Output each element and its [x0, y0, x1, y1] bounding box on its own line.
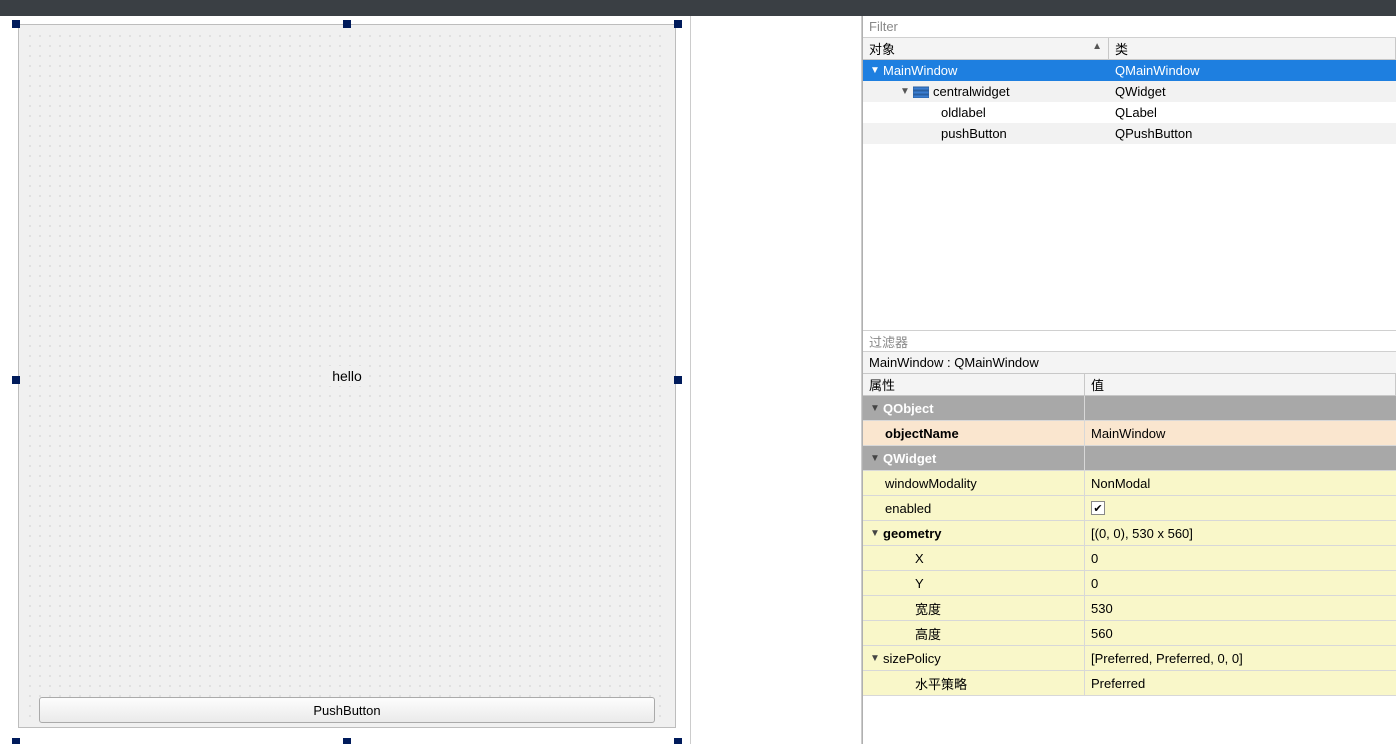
property-name: X [863, 546, 1085, 570]
object-tree-header: 对象 ▲ 类 [863, 38, 1396, 60]
chevron-down-icon[interactable]: ▼ [869, 653, 881, 664]
tree-item-label: pushButton [941, 126, 1007, 141]
property-title: MainWindow : QMainWindow [863, 352, 1396, 374]
class-header-label: 类 [1115, 39, 1128, 58]
property-row[interactable]: 水平策略 Preferred [863, 671, 1396, 696]
center-empty-pane [690, 16, 862, 744]
pushbutton-widget[interactable]: PushButton [39, 697, 655, 723]
property-header: 属性 值 [863, 374, 1396, 396]
tree-item-class: QPushButton [1109, 126, 1396, 141]
top-toolbar-strip [0, 0, 1396, 16]
object-column-header[interactable]: 对象 ▲ [863, 38, 1109, 59]
property-filter[interactable]: 过滤器 [863, 330, 1396, 352]
tree-item-class: QLabel [1109, 105, 1396, 120]
property-grid[interactable]: ▼QObject objectName MainWindow ▼QWidget … [863, 396, 1396, 744]
chevron-down-icon: ▼ [869, 403, 881, 414]
object-header-label: 对象 [869, 39, 895, 58]
property-value[interactable]: ✔ [1085, 496, 1396, 520]
design-canvas-pane: hello PushButton [0, 16, 690, 744]
resize-handle-top-left[interactable] [12, 20, 20, 28]
form-preview[interactable]: hello PushButton [18, 24, 676, 728]
tree-item-class: QMainWindow [1109, 63, 1396, 78]
widget-icon [913, 85, 929, 99]
property-name: geometry [883, 526, 942, 541]
label-widget[interactable]: hello [328, 366, 366, 386]
tree-row-centralwidget[interactable]: ▼ centralwidget QWidget [863, 81, 1396, 102]
inspector-pane: Filter 对象 ▲ 类 ▼ MainWindow QMainWindow [862, 16, 1396, 744]
resize-handle-bottom-right[interactable] [674, 738, 682, 744]
property-name: objectName [863, 421, 1085, 445]
group-label: QObject [883, 401, 934, 416]
property-value[interactable]: 560 [1085, 621, 1396, 645]
property-name: windowModality [863, 471, 1085, 495]
property-row[interactable]: ▼sizePolicy [Preferred, Preferred, 0, 0] [863, 646, 1396, 671]
group-qwidget[interactable]: ▼QWidget [863, 446, 1396, 471]
design-canvas[interactable]: hello PushButton [12, 22, 682, 738]
property-value[interactable]: 0 [1085, 546, 1396, 570]
tree-item-label: oldlabel [941, 105, 986, 120]
property-value[interactable]: [Preferred, Preferred, 0, 0] [1085, 646, 1396, 670]
property-row[interactable]: X 0 [863, 546, 1396, 571]
tree-row-oldlabel[interactable]: oldlabel QLabel [863, 102, 1396, 123]
property-name: 水平策略 [863, 671, 1085, 695]
property-row[interactable]: 高度 560 [863, 621, 1396, 646]
resize-handle-top-middle[interactable] [343, 20, 351, 28]
tree-item-label: centralwidget [933, 84, 1010, 99]
group-label: QWidget [883, 451, 936, 466]
property-name-header[interactable]: 属性 [863, 374, 1085, 395]
property-row[interactable]: enabled ✔ [863, 496, 1396, 521]
property-row[interactable]: 宽度 530 [863, 596, 1396, 621]
property-name: Y [863, 571, 1085, 595]
property-value[interactable]: 530 [1085, 596, 1396, 620]
disclosure-triangle-icon[interactable]: ▼ [869, 65, 881, 77]
resize-handle-bottom-middle[interactable] [343, 738, 351, 744]
tree-item-class: QWidget [1109, 84, 1396, 99]
property-value[interactable]: [(0, 0), 530 x 560] [1085, 521, 1396, 545]
resize-handle-middle-left[interactable] [12, 376, 20, 384]
property-name: sizePolicy [883, 651, 941, 666]
chevron-down-icon: ▼ [869, 453, 881, 464]
object-tree[interactable]: ▼ MainWindow QMainWindow ▼ centralwidget… [863, 60, 1396, 330]
property-name: 高度 [863, 621, 1085, 645]
tree-row-mainwindow[interactable]: ▼ MainWindow QMainWindow [863, 60, 1396, 81]
disclosure-triangle-icon[interactable]: ▼ [899, 86, 911, 98]
tree-row-pushbutton[interactable]: pushButton QPushButton [863, 123, 1396, 144]
object-tree-filter[interactable]: Filter [863, 16, 1396, 38]
property-value[interactable]: MainWindow [1085, 421, 1396, 445]
property-value-header[interactable]: 值 [1085, 374, 1396, 395]
property-value[interactable]: 0 [1085, 571, 1396, 595]
property-row[interactable]: Y 0 [863, 571, 1396, 596]
resize-handle-bottom-left[interactable] [12, 738, 20, 744]
group-qobject[interactable]: ▼QObject [863, 396, 1396, 421]
property-name: enabled [863, 496, 1085, 520]
resize-handle-top-right[interactable] [674, 20, 682, 28]
property-row[interactable]: ▼geometry [(0, 0), 530 x 560] [863, 521, 1396, 546]
checkbox-checked-icon[interactable]: ✔ [1091, 501, 1105, 515]
tree-item-label: MainWindow [883, 63, 957, 78]
property-value[interactable]: Preferred [1085, 671, 1396, 695]
chevron-down-icon[interactable]: ▼ [869, 528, 881, 539]
property-row[interactable]: objectName MainWindow [863, 421, 1396, 446]
class-column-header[interactable]: 类 [1109, 38, 1396, 59]
property-row[interactable]: windowModality NonModal [863, 471, 1396, 496]
property-name: 宽度 [863, 596, 1085, 620]
sort-indicator-up-icon: ▲ [1092, 41, 1102, 52]
main-layout: hello PushButton Filter 对象 ▲ 类 [0, 16, 1396, 744]
property-value[interactable]: NonModal [1085, 471, 1396, 495]
resize-handle-middle-right[interactable] [674, 376, 682, 384]
